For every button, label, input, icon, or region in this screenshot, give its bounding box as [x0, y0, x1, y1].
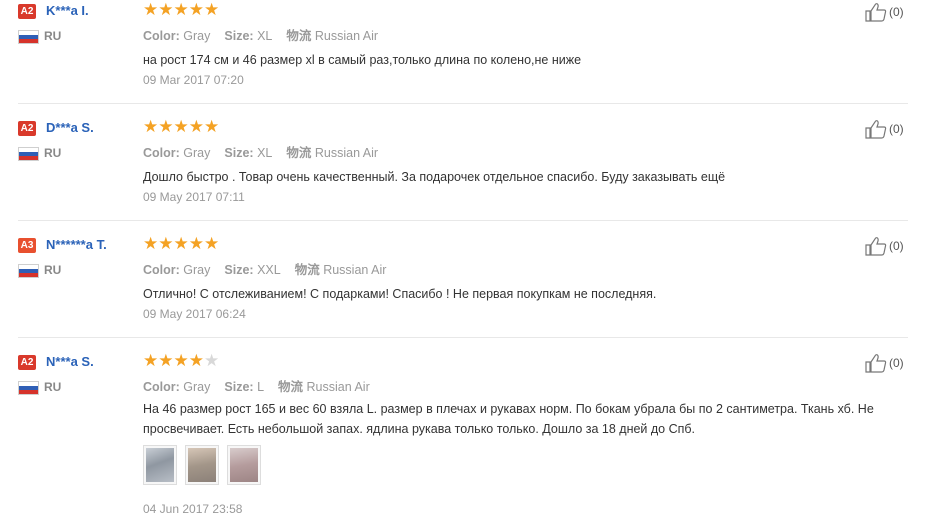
reviewer-name[interactable]: K***a I.	[46, 3, 89, 18]
review-text: Дошло быстро . Товар очень качественный.…	[143, 170, 726, 184]
buyer-level-badge: A3	[18, 238, 36, 253]
divider	[18, 103, 908, 104]
divider	[18, 220, 908, 221]
review-photo-thumbnail[interactable]	[143, 445, 177, 485]
thumbs-up-icon	[865, 237, 887, 256]
size-value: XL	[257, 29, 273, 43]
reviewer-country: RU	[44, 263, 62, 277]
order-attributes: Color: Gray Size: XL 物流 Russian Air	[143, 25, 378, 44]
star-icon: ★	[188, 234, 204, 253]
order-attributes: Color: Gray Size: L 物流 Russian Air	[143, 376, 370, 395]
reviewer-country: RU	[44, 380, 62, 394]
star-rating: ★★★★★	[143, 117, 219, 137]
like-button[interactable]: (0)	[865, 353, 904, 373]
size-value: XXL	[257, 263, 281, 277]
color-value: Gray	[183, 29, 211, 43]
review-date: 09 May 2017 07:11	[143, 190, 245, 204]
star-icon: ★	[188, 0, 204, 19]
divider	[18, 337, 908, 338]
color-value: Gray	[183, 146, 211, 160]
review-item: A2 K***a I. RU ★★★★★ Color: Gray Size: XL…	[0, 0, 932, 103]
star-icon: ★	[204, 0, 220, 19]
reviewer-name[interactable]: N******a T.	[46, 237, 107, 252]
star-icon: ★	[173, 234, 189, 253]
like-count: (0)	[889, 356, 904, 370]
russia-flag-icon	[18, 30, 39, 44]
buyer-level-badge: A2	[18, 355, 36, 370]
star-icon: ★	[143, 117, 159, 136]
star-icon: ★	[158, 117, 174, 136]
order-attributes: Color: Gray Size: XXL 物流 Russian Air	[143, 259, 386, 278]
order-attributes: Color: Gray Size: XL 物流 Russian Air	[143, 142, 378, 161]
reviewer-country: RU	[44, 29, 62, 43]
star-icon: ★	[158, 0, 174, 19]
reviewer-name[interactable]: N***a S.	[46, 354, 94, 369]
review-text: Отлично! С отслеживанием! С подарками! С…	[143, 287, 657, 301]
like-count: (0)	[889, 122, 904, 136]
like-count: (0)	[889, 239, 904, 253]
star-icon: ★	[143, 351, 159, 370]
color-label: Color:	[143, 29, 180, 43]
reviewer-country: RU	[44, 146, 62, 160]
size-value: L	[257, 380, 265, 394]
buyer-level-badge: A2	[18, 121, 36, 136]
shipping-label: 物流	[286, 29, 312, 43]
star-icon: ★	[204, 234, 220, 253]
thumbs-up-icon	[865, 3, 887, 22]
review-item: A3 N******a T. RU ★★★★★ Color: Gray Size:…	[0, 234, 932, 337]
like-button[interactable]: (0)	[865, 2, 904, 22]
size-label: Size:	[224, 29, 254, 43]
shipping-value: Russian Air	[314, 146, 379, 160]
size-label: Size:	[224, 380, 254, 394]
thumbs-up-icon	[865, 120, 887, 139]
star-icon: ★	[173, 0, 189, 19]
color-label: Color:	[143, 263, 180, 277]
review-date: 09 May 2017 06:24	[143, 307, 246, 321]
review-item: A2 D***a S. RU ★★★★★ Color: Gray Size: XL…	[0, 117, 932, 220]
review-item: A2 N***a S. RU ★★★★★ Color: Gray Size: L物…	[0, 351, 932, 526]
review-photo-thumbnail[interactable]	[185, 445, 219, 485]
reviewer-name[interactable]: D***a S.	[46, 120, 94, 135]
size-value: XL	[257, 146, 273, 160]
star-icon: ★	[188, 117, 204, 136]
color-value: Gray	[183, 380, 211, 394]
star-icon: ★	[158, 234, 174, 253]
star-icon: ★	[204, 117, 220, 136]
star-icon: ★	[188, 351, 204, 370]
shipping-value: Russian Air	[314, 29, 379, 43]
color-value: Gray	[183, 263, 211, 277]
size-label: Size:	[224, 146, 254, 160]
star-rating: ★★★★★	[143, 0, 219, 20]
star-icon: ★	[158, 351, 174, 370]
shipping-label: 物流	[294, 263, 320, 277]
buyer-level-badge: A2	[18, 4, 36, 19]
russia-flag-icon	[18, 381, 39, 395]
thumbs-up-icon	[865, 354, 887, 373]
star-icon: ★	[143, 234, 159, 253]
shipping-value: Russian Air	[323, 263, 387, 277]
shipping-label: 物流	[286, 146, 312, 160]
like-button[interactable]: (0)	[865, 236, 904, 256]
star-icon: ★	[173, 351, 189, 370]
review-text: На 46 размер рост 165 и вес 60 взяла L. …	[143, 402, 874, 436]
size-label: Size:	[224, 263, 254, 277]
review-text: на рост 174 см и 46 размер xl в самый ра…	[143, 53, 582, 67]
star-empty-icon: ★	[204, 351, 220, 370]
russia-flag-icon	[18, 147, 39, 161]
shipping-value: Russian Air	[306, 380, 370, 394]
shipping-label: 物流	[278, 380, 304, 394]
color-label: Color:	[143, 380, 180, 394]
review-date: 04 Jun 2017 23:58	[143, 502, 243, 516]
star-icon: ★	[143, 0, 159, 19]
like-count: (0)	[889, 5, 904, 19]
review-date: 09 Mar 2017 07:20	[143, 73, 244, 87]
russia-flag-icon	[18, 264, 39, 278]
star-rating: ★★★★★	[143, 351, 219, 371]
like-button[interactable]: (0)	[865, 119, 904, 139]
color-label: Color:	[143, 146, 180, 160]
star-icon: ★	[173, 117, 189, 136]
star-rating: ★★★★★	[143, 234, 219, 254]
review-photo-thumbnail[interactable]	[227, 445, 261, 485]
